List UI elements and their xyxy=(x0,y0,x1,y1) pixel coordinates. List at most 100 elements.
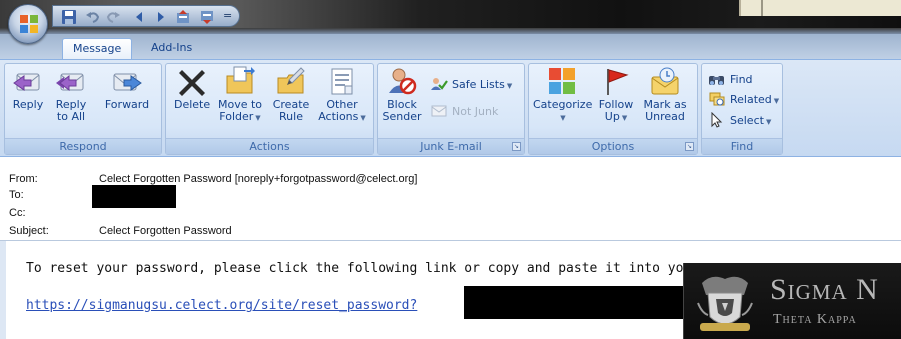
move-to-folder-button[interactable]: Move to Folder ▼ xyxy=(216,66,264,124)
related-icon xyxy=(709,92,725,106)
categorize-button[interactable]: Categorize ▼ xyxy=(533,66,593,124)
follow-up-button[interactable]: Follow Up ▼ xyxy=(595,66,637,124)
chevron-down-icon: ▼ xyxy=(621,114,628,122)
junk-options-launcher-icon[interactable]: ↘ xyxy=(512,142,521,151)
flag-icon xyxy=(607,69,629,95)
not-junk-icon xyxy=(431,105,447,117)
to-label: To: xyxy=(9,189,24,201)
overlapping-banner-window: Sigma N Theta Kappa xyxy=(683,263,901,339)
chevron-down-icon: ▼ xyxy=(765,118,772,126)
other-actions-label-line2: Actions xyxy=(318,110,359,123)
message-header: From: Celect Forgotten Password [noreply… xyxy=(0,158,901,240)
mark-as-unread-button[interactable]: Mark as Unread xyxy=(641,66,689,123)
redo-icon[interactable] xyxy=(105,9,121,25)
save-icon[interactable] xyxy=(61,9,77,25)
undo-icon[interactable] xyxy=(85,9,101,25)
move-down-icon[interactable] xyxy=(199,9,215,25)
office-button[interactable] xyxy=(8,4,48,44)
move-to-label-line2: Folder xyxy=(219,110,254,123)
banner-subtitle: Theta Kappa xyxy=(773,312,857,327)
other-actions-button[interactable]: Other Actions ▼ xyxy=(316,66,368,124)
block-sender-icon xyxy=(389,68,417,95)
chevron-down-icon: ▼ xyxy=(560,114,566,122)
tab-add-ins[interactable]: Add-Ins xyxy=(141,38,202,59)
mark-as-label-line2: Unread xyxy=(645,110,685,123)
chevron-down-icon: ▼ xyxy=(506,82,513,90)
reset-password-link[interactable]: https://sigmanugsu.celect.org/site/reset… xyxy=(26,298,417,313)
safe-lists-label: Safe Lists xyxy=(452,78,505,91)
related-label: Related xyxy=(730,93,772,106)
chevron-down-icon: ▼ xyxy=(773,97,780,105)
office-logo-icon xyxy=(20,15,38,33)
actions-group: Delete Move to Folder ▼ Create Rule Othe… xyxy=(165,63,374,155)
ribbon: Reply Reply to All Forward Respond Delet… xyxy=(0,59,901,157)
related-button[interactable]: Related ▼ xyxy=(708,91,779,109)
binoculars-icon xyxy=(709,76,724,85)
quick-access-toolbar: = xyxy=(52,5,240,27)
actions-group-label: Actions xyxy=(166,138,373,154)
block-sender-label-line2: Sender xyxy=(382,110,422,123)
fraternity-crest-icon xyxy=(697,276,753,331)
chevron-down-icon: ▼ xyxy=(360,114,366,122)
previous-item-icon[interactable] xyxy=(131,9,147,25)
create-rule-label-line2: Rule xyxy=(279,110,303,123)
not-junk-label: Not Junk xyxy=(452,105,499,118)
next-item-icon[interactable] xyxy=(153,9,169,25)
find-group-label: Find xyxy=(702,138,782,154)
reply-all-button[interactable]: Reply to All xyxy=(51,66,91,123)
junk-email-group-label-text: Junk E-mail xyxy=(420,140,482,153)
chevron-down-icon: ▼ xyxy=(255,114,261,122)
respond-group-label: Respond xyxy=(5,138,161,154)
customize-qat-dropdown[interactable]: = xyxy=(223,9,232,22)
banner-title: Sigma N xyxy=(770,273,879,306)
find-button[interactable]: Find xyxy=(708,71,753,89)
create-rule-button[interactable]: Create Rule xyxy=(270,66,312,123)
select-button[interactable]: Select ▼ xyxy=(708,111,772,130)
options-group-label: Options xyxy=(529,138,697,154)
move-up-icon[interactable] xyxy=(175,9,191,25)
create-rule-icon xyxy=(277,67,305,94)
categorize-label: Categorize xyxy=(533,98,593,111)
forward-button[interactable]: Forward xyxy=(97,66,157,111)
follow-up-label-line2: Up xyxy=(604,110,620,123)
forward-icon xyxy=(113,73,142,91)
reply-icon xyxy=(13,73,40,91)
block-sender-button[interactable]: Block Sender xyxy=(382,66,422,123)
categorize-icon xyxy=(549,68,575,94)
options-launcher-icon[interactable]: ↘ xyxy=(685,142,694,151)
other-actions-icon xyxy=(331,68,353,95)
reply-all-label-line2: to All xyxy=(56,110,86,123)
cursor-icon xyxy=(711,111,723,128)
junk-email-group-label: Junk E-mail xyxy=(378,138,524,154)
find-label: Find xyxy=(730,73,753,86)
options-group: Categorize ▼ Follow Up ▼ Mark as Unread O… xyxy=(528,63,698,155)
from-label: From: xyxy=(9,173,38,185)
background-desktop-window xyxy=(739,0,901,16)
reply-label: Reply xyxy=(12,98,44,111)
delete-button[interactable]: Delete xyxy=(174,66,210,111)
cc-label: Cc: xyxy=(9,207,26,219)
subject-value: Celect Forgotten Password xyxy=(99,225,232,237)
junk-email-group: Block Sender Safe Lists ▼ Not Junk Junk E… xyxy=(377,63,525,155)
move-to-folder-icon xyxy=(226,66,255,94)
redacted-to-value xyxy=(92,185,176,208)
not-junk-button[interactable]: Not Junk xyxy=(430,103,498,121)
find-group: Find Related ▼ Select ▼ Find xyxy=(701,63,783,155)
safe-lists-button[interactable]: Safe Lists ▼ xyxy=(430,76,512,94)
mark-unread-icon xyxy=(651,67,679,95)
select-label: Select xyxy=(730,114,764,127)
from-value[interactable]: Celect Forgotten Password [noreply+forgo… xyxy=(99,173,417,185)
redacted-token xyxy=(464,286,714,319)
tab-message[interactable]: Message xyxy=(62,38,133,59)
reply-button[interactable]: Reply xyxy=(11,66,45,111)
body-line-1: To reset your password, please click the… xyxy=(26,261,700,276)
reply-all-icon xyxy=(56,73,84,92)
delete-label: Delete xyxy=(174,98,211,111)
safe-lists-icon xyxy=(431,78,448,90)
respond-group: Reply Reply to All Forward Respond xyxy=(4,63,162,155)
delete-icon xyxy=(179,70,205,96)
options-group-label-text: Options xyxy=(591,140,635,153)
forward-label: Forward xyxy=(104,98,150,111)
ribbon-tab-row: Message Add-Ins xyxy=(0,34,901,59)
subject-label: Subject: xyxy=(9,225,49,237)
